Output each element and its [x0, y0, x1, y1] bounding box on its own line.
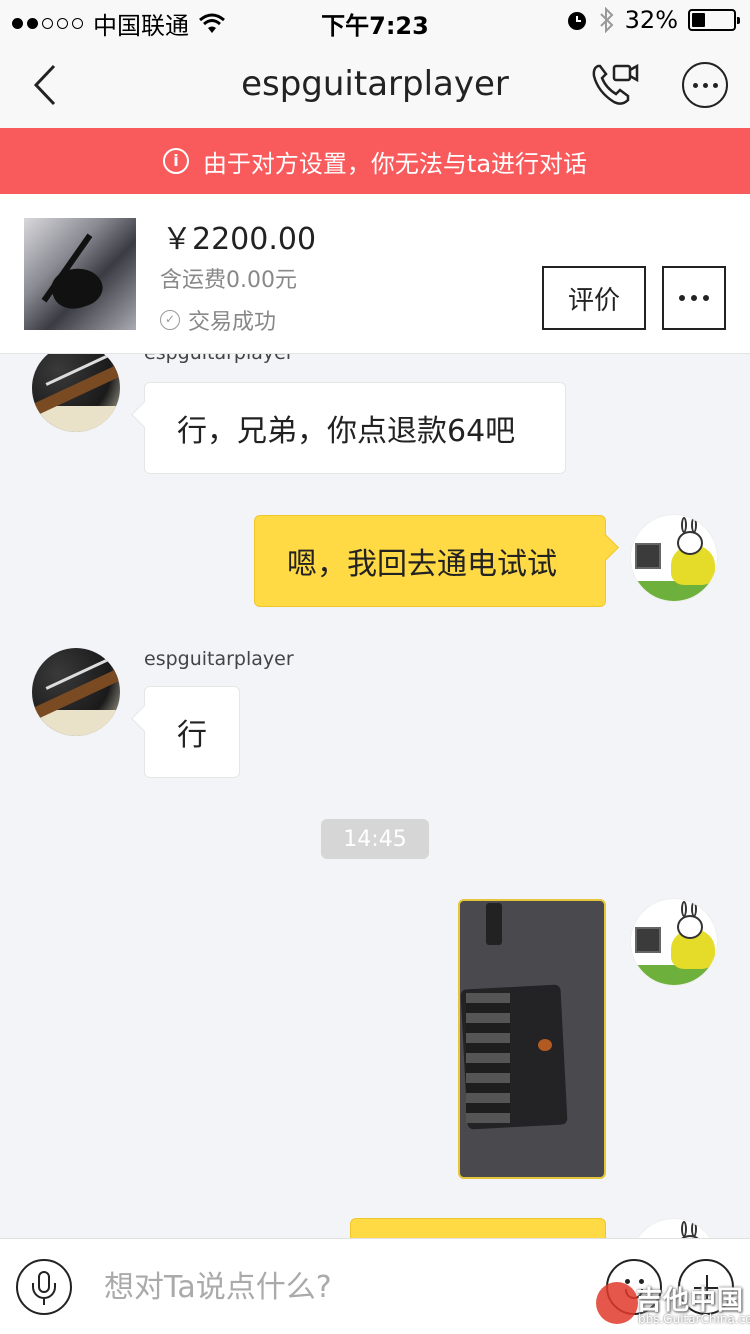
status-bar: 中国联通 下午7:23 32% — [0, 0, 750, 40]
battery-percent: 32% — [624, 6, 678, 34]
shipping-fee: 含运费0.00元 — [160, 268, 297, 293]
message-input[interactable] — [104, 1267, 584, 1307]
watermark-url: bbs.GuitarChina.com — [638, 1312, 750, 1326]
product-thumbnail[interactable] — [24, 218, 136, 330]
info-icon: i — [162, 148, 189, 174]
chat-area[interactable]: espguitarplayer 行，兄弟，你点退款64吧 嗯，我回去通电试试 e… — [0, 354, 750, 1238]
more-options-button[interactable] — [682, 62, 728, 108]
avatar[interactable] — [630, 1218, 718, 1238]
message-bubble-incoming[interactable]: 行，兄弟，你点退款64吧 — [144, 382, 566, 474]
message-bubble-outgoing[interactable] — [350, 1218, 606, 1238]
guitarchina-logo-icon — [596, 1282, 638, 1324]
avatar[interactable] — [32, 354, 120, 432]
alarm-icon — [567, 12, 586, 30]
product-card[interactable]: ￥2200.00 含运费0.00元 ✓ 交易成功 评价 — [0, 194, 750, 354]
avatar[interactable] — [32, 648, 120, 736]
avatar[interactable] — [630, 898, 718, 986]
avatar[interactable] — [630, 514, 718, 602]
rate-button[interactable]: 评价 — [542, 266, 646, 330]
sender-name: espguitarplayer — [144, 354, 294, 364]
bluetooth-icon — [599, 7, 614, 33]
restriction-banner: i 由于对方设置，你无法与ta进行对话 — [0, 128, 750, 194]
watermark-logo: 吉他中国 bbs.GuitarChina.com — [596, 1276, 750, 1332]
nav-bar: espguitarplayer — [0, 40, 750, 128]
check-circle-icon: ✓ — [160, 310, 180, 330]
microphone-icon[interactable] — [16, 1259, 72, 1315]
message-timestamp: 14:45 — [321, 819, 429, 859]
battery-icon — [688, 9, 740, 31]
banner-text: 由于对方设置，你无法与ta进行对话 — [202, 149, 588, 178]
product-more-button[interactable] — [662, 266, 726, 330]
product-price: ￥2200.00 — [162, 222, 317, 257]
trade-status: ✓ 交易成功 — [160, 304, 276, 336]
image-message[interactable] — [458, 899, 606, 1179]
message-bubble-incoming[interactable]: 行 — [144, 686, 240, 778]
message-bubble-outgoing[interactable]: 嗯，我回去通电试试 — [254, 515, 606, 607]
trade-status-label: 交易成功 — [188, 310, 277, 335]
call-video-icon[interactable] — [590, 60, 640, 108]
sender-name: espguitarplayer — [144, 648, 294, 670]
